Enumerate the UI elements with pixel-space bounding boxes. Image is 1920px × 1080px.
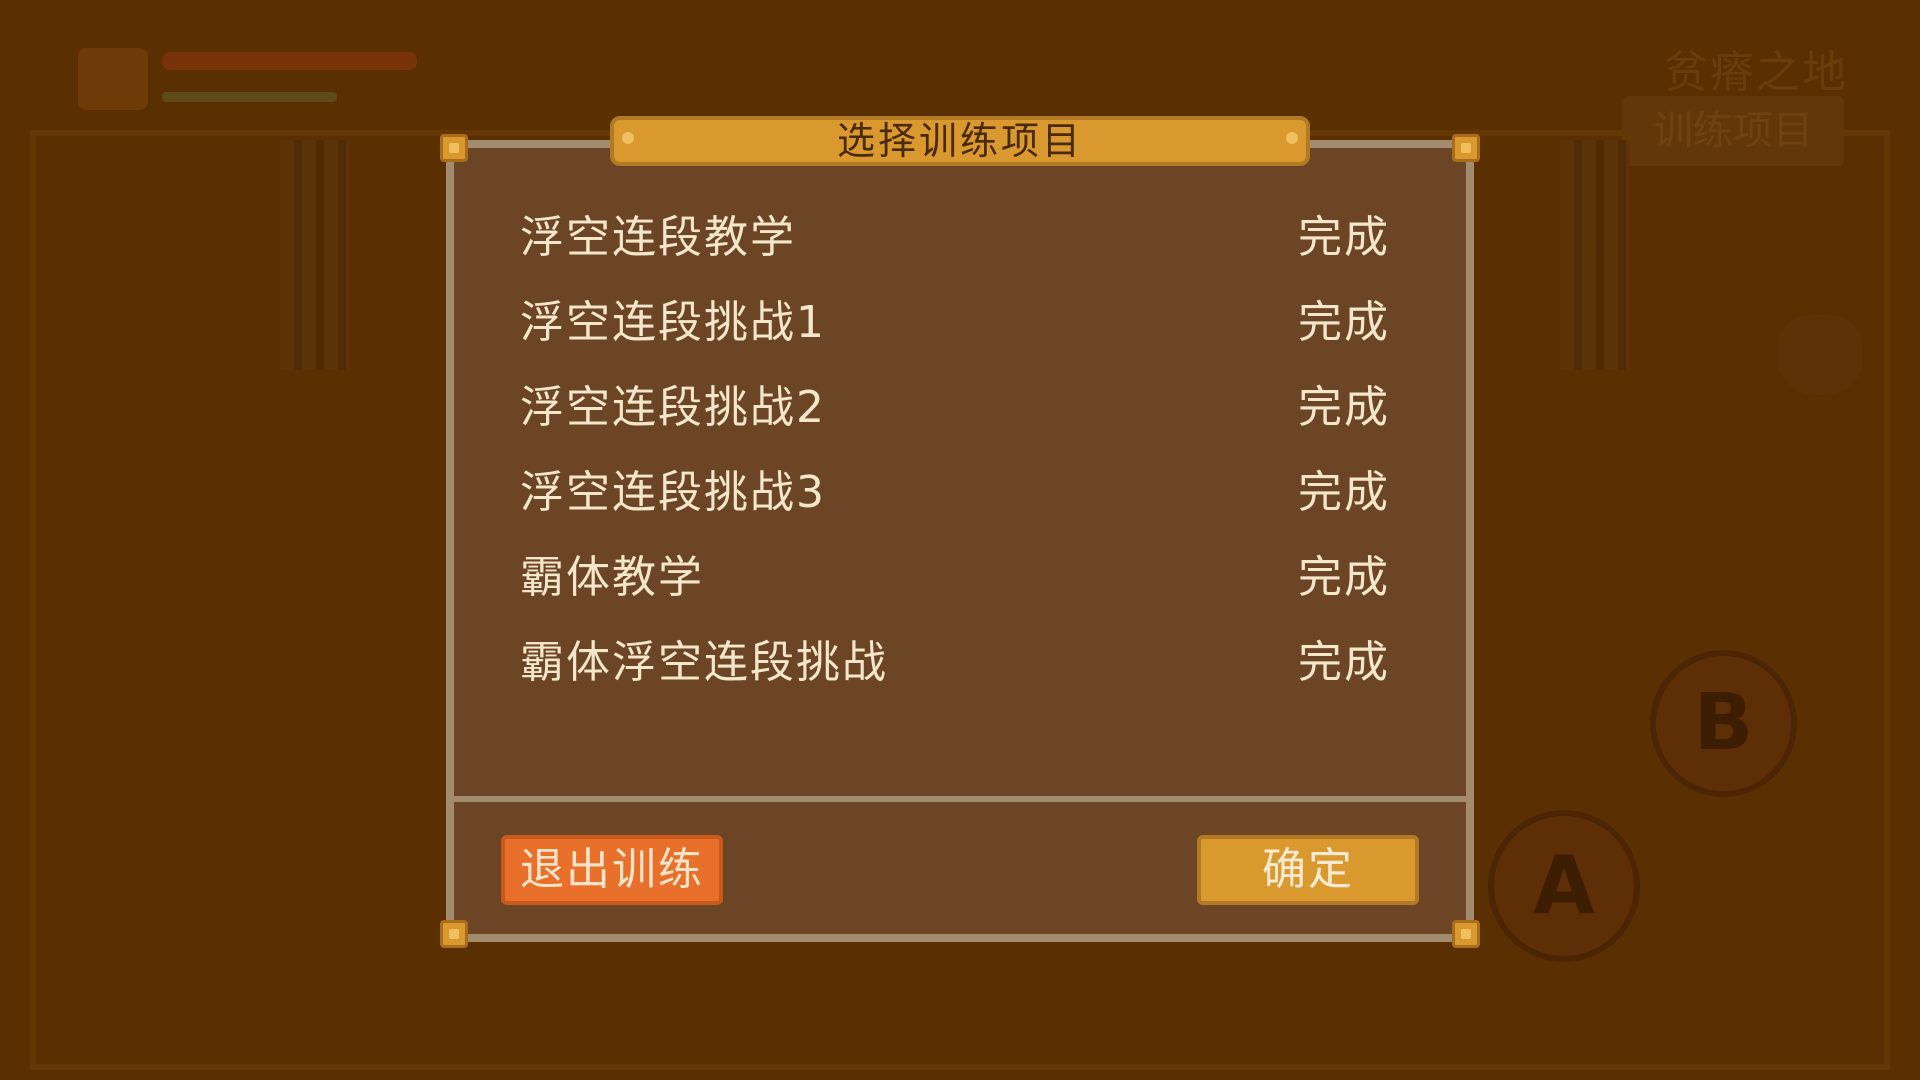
rivet-icon [1286, 132, 1298, 144]
rivet-icon [622, 132, 634, 144]
item-name: 浮空连段教学 [520, 211, 796, 263]
mana-bar [162, 92, 337, 102]
list-item[interactable]: 浮空连段挑战1 完成 [520, 275, 1390, 360]
corner-ornament [440, 134, 468, 162]
list-item[interactable]: 浮空连段教学 完成 [520, 190, 1390, 275]
game-scene: 贫瘠之地 训练项目 B A 选择训练项目 浮空连段教学 完成 浮空连段挑战1 完… [0, 0, 1920, 1080]
item-status: 完成 [1298, 381, 1390, 433]
dialog-title-banner: 选择训练项目 [610, 116, 1310, 166]
b-button[interactable]: B [1650, 650, 1797, 797]
area-name: 贫瘠之地 [1664, 47, 1848, 98]
list-item[interactable]: 霸体浮空连段挑战 完成 [520, 615, 1390, 700]
item-name: 浮空连段挑战1 [520, 296, 826, 348]
health-bar [162, 52, 417, 70]
training-item-list: 浮空连段教学 完成 浮空连段挑战1 完成 浮空连段挑战2 完成 浮空连段挑战3 … [520, 190, 1390, 700]
exit-training-button[interactable]: 退出训练 [501, 835, 723, 905]
list-item[interactable]: 浮空连段挑战3 完成 [520, 445, 1390, 530]
pillar-right [1560, 140, 1630, 370]
corner-ornament [440, 920, 468, 948]
pillar-left [280, 140, 350, 370]
item-status: 完成 [1298, 211, 1390, 263]
list-item[interactable]: 浮空连段挑战2 完成 [520, 360, 1390, 445]
item-name: 霸体浮空连段挑战 [520, 636, 888, 688]
a-button[interactable]: A [1488, 810, 1640, 962]
item-status: 完成 [1298, 296, 1390, 348]
corner-ornament [1452, 920, 1480, 948]
corner-ornament [1452, 134, 1480, 162]
training-items-button[interactable]: 训练项目 [1622, 96, 1844, 166]
item-status: 完成 [1298, 636, 1390, 688]
confirm-button[interactable]: 确定 [1197, 835, 1419, 905]
player-avatar [78, 48, 148, 110]
dialog-title: 选择训练项目 [836, 119, 1083, 163]
item-name: 浮空连段挑战3 [520, 466, 826, 518]
pot-decoration [1778, 315, 1863, 395]
dialog-divider [454, 796, 1466, 802]
item-name: 浮空连段挑战2 [520, 381, 826, 433]
item-name: 霸体教学 [520, 551, 704, 603]
list-item[interactable]: 霸体教学 完成 [520, 530, 1390, 615]
item-status: 完成 [1298, 466, 1390, 518]
item-status: 完成 [1298, 551, 1390, 603]
